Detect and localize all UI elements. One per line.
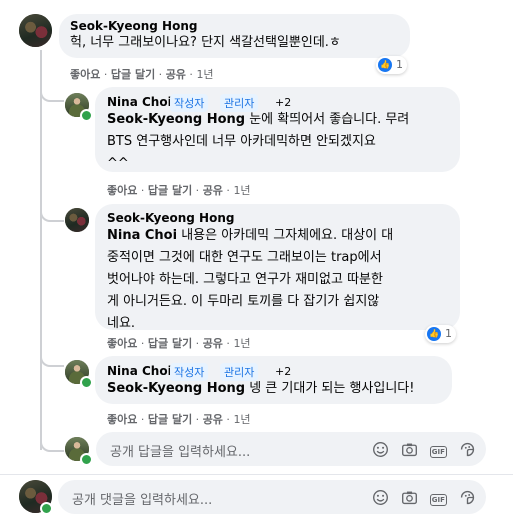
reply-link[interactable]: 답글 달기 xyxy=(148,337,192,350)
mention[interactable]: Seok-Kyeong Hong xyxy=(107,381,245,396)
more-badges[interactable]: +2 xyxy=(275,96,291,109)
reply-author[interactable]: Nina Choi xyxy=(107,95,172,109)
reply-text: Seok-Kyeong Hong 넹 큰 기대가 되는 행사입니다! xyxy=(107,381,415,396)
sticker-icon[interactable] xyxy=(459,489,476,506)
share-link[interactable]: 공유 xyxy=(203,413,223,426)
share-link[interactable]: 공유 xyxy=(166,68,186,81)
more-badges[interactable]: +2 xyxy=(275,365,291,378)
input-toolbar: GIF xyxy=(365,489,476,508)
thread-connector xyxy=(40,200,64,222)
divider xyxy=(0,474,513,475)
share-link[interactable]: 공유 xyxy=(203,184,223,197)
timestamp[interactable]: 1년 xyxy=(196,68,213,81)
reply-placeholder: 공개 답글을 입력하세요... xyxy=(110,445,251,460)
timestamp[interactable]: 1년 xyxy=(233,184,250,197)
comment-actions: 좋아요 · 답글 달기 · 공유 · 1년 xyxy=(70,68,214,81)
gif-icon[interactable]: GIF xyxy=(429,493,447,506)
comment-input[interactable]: 공개 댓글을 입력하세요... GIF xyxy=(58,480,486,514)
like-icon: 👍 xyxy=(378,58,392,72)
reaction-count[interactable]: 👍 1 xyxy=(376,56,407,74)
comment-placeholder: 공개 댓글을 입력하세요... xyxy=(72,493,213,508)
timestamp[interactable]: 1년 xyxy=(233,413,250,426)
reply-link[interactable]: 답글 달기 xyxy=(111,68,155,81)
input-toolbar: GIF xyxy=(365,441,476,460)
reply-link[interactable]: 답글 달기 xyxy=(148,413,192,426)
reply-actions: 좋아요 · 답글 달기 · 공유 · 1년 xyxy=(107,337,251,350)
camera-icon[interactable] xyxy=(401,441,418,458)
like-link[interactable]: 좋아요 xyxy=(107,337,137,350)
online-indicator xyxy=(80,376,93,389)
online-indicator xyxy=(40,502,53,515)
mention[interactable]: Nina Choi xyxy=(107,228,177,243)
sticker-icon[interactable] xyxy=(459,441,476,458)
thread-connector xyxy=(40,345,64,367)
like-link[interactable]: 좋아요 xyxy=(107,184,137,197)
avatar[interactable] xyxy=(65,208,89,232)
comment-text: 헉, 너무 그래보이나요? 단지 색갈선택일뿐인데.ㅎ xyxy=(70,35,341,50)
reply-actions: 좋아요 · 답글 달기 · 공유 · 1년 xyxy=(107,413,251,426)
reply-actions: 좋아요 · 답글 달기 · 공유 · 1년 xyxy=(107,184,251,197)
like-link[interactable]: 좋아요 xyxy=(107,413,137,426)
gif-icon[interactable]: GIF xyxy=(429,445,447,458)
timestamp[interactable]: 1년 xyxy=(233,337,250,350)
emoji-icon[interactable] xyxy=(372,489,389,506)
emoji-icon[interactable] xyxy=(372,441,389,458)
online-indicator xyxy=(80,109,93,122)
thread-line xyxy=(40,50,42,450)
like-icon: 👍 xyxy=(427,327,441,341)
thread-connector xyxy=(40,80,64,102)
like-link[interactable]: 좋아요 xyxy=(70,68,100,81)
reply-text: Seok-Kyeong Hong 눈에 확띄어서 좋습니다. 무려 BTS 연구… xyxy=(107,112,410,171)
avatar[interactable] xyxy=(19,14,52,47)
reply-author[interactable]: Seok-Kyeong Hong xyxy=(107,211,234,225)
online-indicator xyxy=(80,453,93,466)
mention[interactable]: Seok-Kyeong Hong xyxy=(107,112,245,127)
reply-text: Nina Choi 내용은 아카데믹 그자체에요. 대상이 대 중적이면 그것에… xyxy=(107,228,394,331)
camera-icon[interactable] xyxy=(401,489,418,506)
comment-author[interactable]: Seok-Kyeong Hong xyxy=(70,19,197,33)
reply-author[interactable]: Nina Choi xyxy=(107,364,172,378)
thread-connector xyxy=(40,430,64,452)
reply-link[interactable]: 답글 달기 xyxy=(148,184,192,197)
share-link[interactable]: 공유 xyxy=(203,337,223,350)
reply-input[interactable]: 공개 답글을 입력하세요... GIF xyxy=(96,432,486,466)
reaction-count[interactable]: 👍 1 xyxy=(425,325,456,343)
